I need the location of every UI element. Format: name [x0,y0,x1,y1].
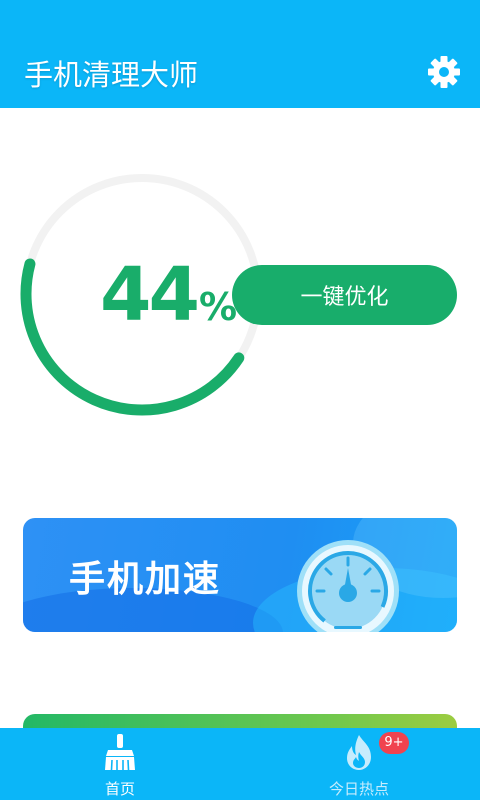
speedup-card-title: 手机加速 [69,559,222,600]
bottom-navigation: 首页 9+ 今日热点 [0,728,480,800]
percentage-value: 44 [100,252,200,338]
flame-icon [347,735,371,770]
nav-label-today-hot: 今日热点 [328,780,389,798]
settings-gear-icon[interactable] [424,52,464,92]
notification-badge: 9+ [379,732,409,754]
nav-item-home[interactable]: 首页 [60,728,180,800]
broom-icon [105,734,135,771]
nav-label-home: 首页 [104,780,135,798]
phone-speedup-card[interactable]: 手机加速 [23,518,457,632]
app-bar: 手机清理大师 [0,0,480,108]
nav-item-today-hot[interactable]: 9+ 今日热点 [299,728,419,800]
speedometer-icon [297,540,399,632]
memory-percentage: 44% [100,252,237,338]
one-click-optimize-button[interactable]: 一键优化 [232,265,457,325]
app-title: 手机清理大师 [24,58,199,92]
